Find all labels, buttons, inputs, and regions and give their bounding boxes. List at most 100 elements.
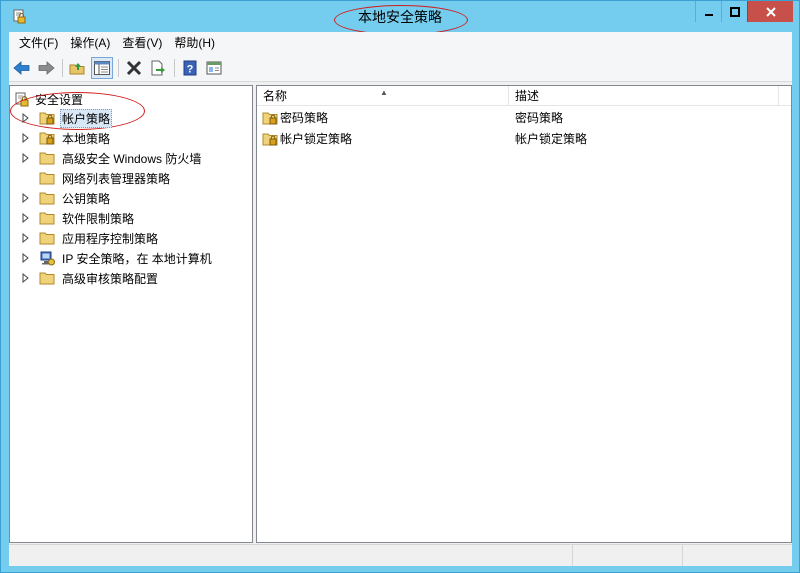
tree-item-label: IP 安全策略，在 本地计算机 <box>62 251 212 266</box>
column-header-name-label: 名称 <box>263 89 288 103</box>
maximize-icon <box>729 6 740 17</box>
maximize-button[interactable] <box>721 1 747 22</box>
help-button[interactable]: ? <box>179 57 201 79</box>
minimize-icon <box>704 13 713 16</box>
app-window: 本地安全策略 文件(F) 操作(A) 查看(V) 帮助(H) ? 安全设置 帐户… <box>0 0 800 573</box>
export-list-icon <box>151 60 165 75</box>
tree-item-local-policies[interactable]: 本地策略 <box>10 128 252 148</box>
tree-item-network-list-manager[interactable]: 网络列表管理器策略 <box>10 168 252 188</box>
lock-folder-icon <box>262 133 278 145</box>
list-pane[interactable]: 名称 ▲ 描述 密码策略 密码策略 帐户锁定策略 帐户锁定策略 Baidu经验 … <box>256 85 792 543</box>
toolbar: ? <box>9 54 792 82</box>
tree-item-software-restriction[interactable]: 软件限制策略 <box>10 208 252 228</box>
properties-icon <box>206 61 222 74</box>
up-one-level-button[interactable] <box>67 57 89 79</box>
menu-view[interactable]: 查看(V) <box>116 32 168 54</box>
show-hide-tree-icon <box>94 60 110 75</box>
list-item-description: 密码策略 <box>515 111 564 125</box>
column-header-description-label: 描述 <box>515 89 540 103</box>
list-item-name: 帐户锁定策略 <box>280 132 353 146</box>
properties-button[interactable] <box>203 57 225 79</box>
export-list-button[interactable] <box>147 57 169 79</box>
expand-arrow-icon[interactable] <box>20 192 32 204</box>
toolbar-separator <box>118 58 119 77</box>
main-panes: 安全设置 帐户策略 本地策略 高级安全 Windows 防火墙 网络列表管理器策… <box>9 85 792 543</box>
watermark-logo: Baidu经验 <box>587 478 757 516</box>
tree-items: 帐户策略 本地策略 高级安全 Windows 防火墙 网络列表管理器策略 公钥策… <box>10 108 252 288</box>
client-area: 文件(F) 操作(A) 查看(V) 帮助(H) ? 安全设置 帐户策略 本地策略… <box>9 32 792 566</box>
window-controls <box>695 1 793 22</box>
watermark-url: jingyan.baidu.com <box>660 514 757 528</box>
status-cell-end <box>683 545 792 566</box>
tree-item-ip-security[interactable]: IP 安全策略，在 本地计算机 <box>10 248 252 268</box>
show-hide-tree-button[interactable] <box>91 56 113 79</box>
tree-item-account-policies[interactable]: 帐户策略 <box>10 108 252 128</box>
up-folder-icon <box>69 62 85 74</box>
folder-icon <box>39 212 55 225</box>
delete-button[interactable] <box>123 57 145 79</box>
folder-icon <box>39 232 55 245</box>
menu-help[interactable]: 帮助(H) <box>168 32 221 54</box>
tree-item-label: 软件限制策略 <box>62 211 135 226</box>
close-button[interactable] <box>747 1 793 22</box>
toolbar-separator <box>62 58 63 77</box>
status-cell-main <box>9 545 573 566</box>
list-item-name: 密码策略 <box>280 111 329 125</box>
title-bar[interactable]: 本地安全策略 <box>1 1 799 35</box>
delete-icon <box>126 60 142 75</box>
back-button[interactable] <box>11 57 33 79</box>
menu-file[interactable]: 文件(F) <box>13 32 64 54</box>
folder-icon <box>39 172 55 185</box>
column-header-description[interactable]: 描述 <box>509 86 779 106</box>
lock-folder-icon <box>39 132 55 145</box>
expand-arrow-icon[interactable] <box>20 252 32 264</box>
tree-item-label: 本地策略 <box>62 131 111 146</box>
expand-arrow-icon[interactable] <box>20 272 32 284</box>
list-item-password-policy[interactable]: 密码策略 密码策略 <box>257 107 791 128</box>
window-title: 本地安全策略 <box>358 9 442 25</box>
expand-arrow-icon[interactable] <box>20 152 32 164</box>
security-settings-icon <box>15 92 29 107</box>
expander-placeholder <box>20 172 32 184</box>
column-header-name[interactable]: 名称 ▲ <box>257 86 509 106</box>
tree-pane[interactable]: 安全设置 帐户策略 本地策略 高级安全 Windows 防火墙 网络列表管理器策… <box>9 85 253 543</box>
minimize-button[interactable] <box>695 1 721 22</box>
status-cell-secondary <box>573 545 683 566</box>
back-arrow-icon <box>13 60 30 75</box>
forward-arrow-icon <box>38 60 55 75</box>
toolbar-separator <box>174 58 175 77</box>
list-item-account-lockout-policy[interactable]: 帐户锁定策略 帐户锁定策略 <box>257 128 791 149</box>
tree-item-label: 帐户策略 <box>60 108 113 128</box>
expand-arrow-icon[interactable] <box>20 132 32 144</box>
expand-arrow-icon[interactable] <box>20 212 32 224</box>
expand-arrow-icon[interactable] <box>20 232 32 244</box>
help-icon: ? <box>183 60 197 75</box>
tree-item-label: 高级审核策略配置 <box>62 271 159 286</box>
tree-item-public-key-policies[interactable]: 公钥策略 <box>10 188 252 208</box>
folder-icon <box>39 152 55 165</box>
ip-security-icon <box>40 251 55 266</box>
tree-item-label: 高级安全 Windows 防火墙 <box>62 151 202 166</box>
tree-root-label: 安全设置 <box>35 92 84 107</box>
list-header: 名称 ▲ 描述 <box>257 86 791 106</box>
list-item-description: 帐户锁定策略 <box>515 132 588 146</box>
tree-item-label: 网络列表管理器策略 <box>62 171 171 186</box>
svg-text:?: ? <box>187 63 194 75</box>
menu-action[interactable]: 操作(A) <box>64 32 116 54</box>
list-cell-name: 密码策略 <box>257 109 509 126</box>
lock-folder-icon <box>39 112 55 125</box>
tree-root-item[interactable]: 安全设置 <box>14 90 83 108</box>
folder-icon <box>39 272 55 285</box>
forward-button[interactable] <box>35 57 57 79</box>
tree-item-app-control[interactable]: 应用程序控制策略 <box>10 228 252 248</box>
tree-item-label: 应用程序控制策略 <box>62 231 159 246</box>
list-rows: 密码策略 密码策略 帐户锁定策略 帐户锁定策略 <box>257 107 791 149</box>
expand-arrow-icon[interactable] <box>20 112 32 124</box>
lock-folder-icon <box>262 112 278 124</box>
menu-bar: 文件(F) 操作(A) 查看(V) 帮助(H) <box>9 32 792 54</box>
tree-item-windows-firewall[interactable]: 高级安全 Windows 防火墙 <box>10 148 252 168</box>
watermark: Baidu经验 jingyan.baidu.com <box>588 469 757 528</box>
tree-item-advanced-audit[interactable]: 高级审核策略配置 <box>10 268 252 288</box>
folder-icon <box>39 192 55 205</box>
close-icon <box>765 6 776 17</box>
